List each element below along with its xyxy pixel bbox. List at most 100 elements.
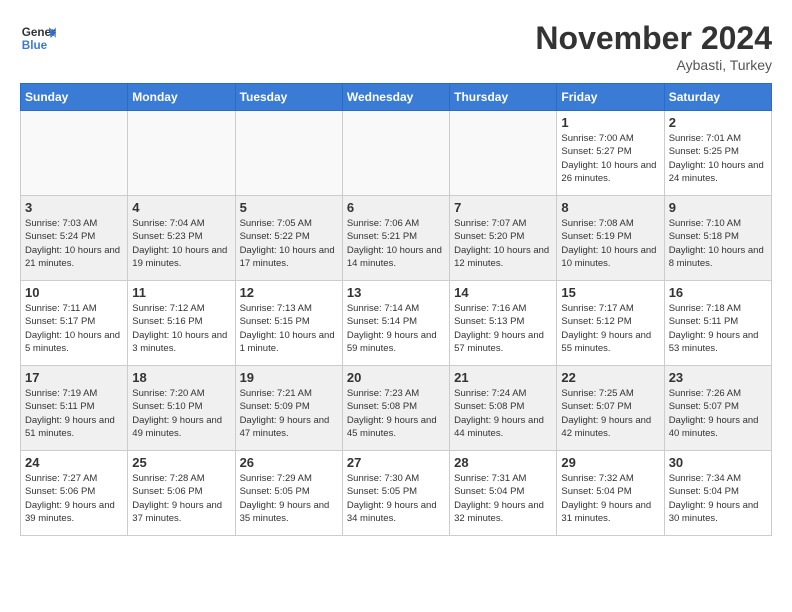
- calendar-cell: 2Sunrise: 7:01 AMSunset: 5:25 PMDaylight…: [664, 111, 771, 196]
- day-info: Sunrise: 7:25 AMSunset: 5:07 PMDaylight:…: [561, 387, 659, 440]
- calendar-cell: 16 Sunrise: 7:18 AMSunset: 5:11 PMDayligh…: [664, 281, 771, 366]
- calendar-cell: [235, 111, 342, 196]
- day-info: Sunrise: 7:10 AMSunset: 5:18 PMDaylight:…: [669, 217, 767, 270]
- day-number: 18: [132, 370, 230, 385]
- day-number: 5: [240, 200, 338, 215]
- day-info: Sunrise: 7:06 AMSunset: 5:21 PMDaylight:…: [347, 217, 445, 270]
- calendar-cell: [450, 111, 557, 196]
- calendar-cell: 8 Sunrise: 7:08 AMSunset: 5:19 PMDaylight…: [557, 196, 664, 281]
- day-info: Sunrise: 7:11 AMSunset: 5:17 PMDaylight:…: [25, 302, 123, 355]
- calendar-cell: 21 Sunrise: 7:24 AMSunset: 5:08 PMDayligh…: [450, 366, 557, 451]
- day-info: Sunrise: 7:13 AMSunset: 5:15 PMDaylight:…: [240, 302, 338, 355]
- day-info: Sunrise: 7:24 AMSunset: 5:08 PMDaylight:…: [454, 387, 552, 440]
- svg-text:Blue: Blue: [22, 39, 48, 52]
- calendar-cell: 18 Sunrise: 7:20 AMSunset: 5:10 PMDayligh…: [128, 366, 235, 451]
- day-info: Sunrise: 7:29 AMSunset: 5:05 PMDaylight:…: [240, 472, 338, 525]
- day-info: Sunrise: 7:17 AMSunset: 5:12 PMDaylight:…: [561, 302, 659, 355]
- day-info: Sunrise: 7:00 AMSunset: 5:27 PMDaylight:…: [561, 132, 659, 185]
- weekday-header: Friday: [557, 84, 664, 111]
- day-number: 14: [454, 285, 552, 300]
- day-number: 9: [669, 200, 767, 215]
- day-number: 7: [454, 200, 552, 215]
- day-number: 25: [132, 455, 230, 470]
- calendar-cell: 14 Sunrise: 7:16 AMSunset: 5:13 PMDayligh…: [450, 281, 557, 366]
- calendar-cell: [128, 111, 235, 196]
- day-number: 30: [669, 455, 767, 470]
- page-header: General Blue November 2024 Aybasti, Turk…: [20, 20, 772, 73]
- logo: General Blue: [20, 20, 56, 56]
- calendar-cell: 1 Sunrise: 7:00 AMSunset: 5:27 PMDaylight…: [557, 111, 664, 196]
- day-info: Sunrise: 7:03 AMSunset: 5:24 PMDaylight:…: [25, 217, 123, 270]
- day-number: 8: [561, 200, 659, 215]
- day-number: 22: [561, 370, 659, 385]
- day-number: 16: [669, 285, 767, 300]
- calendar-cell: 27 Sunrise: 7:30 AMSunset: 5:05 PMDayligh…: [342, 451, 449, 536]
- day-info: Sunrise: 7:23 AMSunset: 5:08 PMDaylight:…: [347, 387, 445, 440]
- calendar-cell: [21, 111, 128, 196]
- day-number: 2: [669, 115, 767, 130]
- day-info: Sunrise: 7:14 AMSunset: 5:14 PMDaylight:…: [347, 302, 445, 355]
- logo-icon: General Blue: [20, 20, 56, 56]
- calendar-cell: 23Sunrise: 7:26 AMSunset: 5:07 PMDayligh…: [664, 366, 771, 451]
- day-number: 3: [25, 200, 123, 215]
- day-number: 17: [25, 370, 123, 385]
- day-info: Sunrise: 7:05 AMSunset: 5:22 PMDaylight:…: [240, 217, 338, 270]
- weekday-header: Saturday: [664, 84, 771, 111]
- day-number: 20: [347, 370, 445, 385]
- weekday-header: Tuesday: [235, 84, 342, 111]
- day-number: 21: [454, 370, 552, 385]
- weekday-header: Sunday: [21, 84, 128, 111]
- day-info: Sunrise: 7:34 AMSunset: 5:04 PMDaylight:…: [669, 472, 767, 525]
- day-number: 19: [240, 370, 338, 385]
- day-number: 15: [561, 285, 659, 300]
- day-number: 1: [561, 115, 659, 130]
- calendar-cell: 30 Sunrise: 7:34 AMSunset: 5:04 PMDayligh…: [664, 451, 771, 536]
- calendar-cell: 20 Sunrise: 7:23 AMSunset: 5:08 PMDayligh…: [342, 366, 449, 451]
- day-number: 23: [669, 370, 767, 385]
- day-number: 10: [25, 285, 123, 300]
- calendar-cell: 15 Sunrise: 7:17 AMSunset: 5:12 PMDayligh…: [557, 281, 664, 366]
- day-info: Sunrise: 7:19 AMSunset: 5:11 PMDaylight:…: [25, 387, 123, 440]
- calendar-week-row: 3 Sunrise: 7:03 AMSunset: 5:24 PMDaylight…: [21, 196, 772, 281]
- day-info: Sunrise: 7:31 AMSunset: 5:04 PMDaylight:…: [454, 472, 552, 525]
- calendar-cell: 5 Sunrise: 7:05 AMSunset: 5:22 PMDaylight…: [235, 196, 342, 281]
- calendar-cell: 24Sunrise: 7:27 AMSunset: 5:06 PMDayligh…: [21, 451, 128, 536]
- day-number: 28: [454, 455, 552, 470]
- weekday-header-row: SundayMondayTuesdayWednesdayThursdayFrid…: [21, 84, 772, 111]
- day-info: Sunrise: 7:27 AMSunset: 5:06 PMDaylight:…: [25, 472, 123, 525]
- location: Aybasti, Turkey: [535, 57, 772, 73]
- day-info: Sunrise: 7:20 AMSunset: 5:10 PMDaylight:…: [132, 387, 230, 440]
- calendar-cell: 28 Sunrise: 7:31 AMSunset: 5:04 PMDayligh…: [450, 451, 557, 536]
- calendar-cell: [342, 111, 449, 196]
- calendar-cell: 7 Sunrise: 7:07 AMSunset: 5:20 PMDaylight…: [450, 196, 557, 281]
- day-info: Sunrise: 7:12 AMSunset: 5:16 PMDaylight:…: [132, 302, 230, 355]
- calendar-cell: 6Sunrise: 7:06 AMSunset: 5:21 PMDaylight…: [342, 196, 449, 281]
- day-info: Sunrise: 7:28 AMSunset: 5:06 PMDaylight:…: [132, 472, 230, 525]
- weekday-header: Wednesday: [342, 84, 449, 111]
- month-title: November 2024: [535, 20, 772, 57]
- day-info: Sunrise: 7:07 AMSunset: 5:20 PMDaylight:…: [454, 217, 552, 270]
- day-number: 26: [240, 455, 338, 470]
- day-info: Sunrise: 7:21 AMSunset: 5:09 PMDaylight:…: [240, 387, 338, 440]
- calendar-week-row: 1 Sunrise: 7:00 AMSunset: 5:27 PMDaylight…: [21, 111, 772, 196]
- calendar-cell: 10 Sunrise: 7:11 AMSunset: 5:17 PMDayligh…: [21, 281, 128, 366]
- weekday-header: Monday: [128, 84, 235, 111]
- day-info: Sunrise: 7:30 AMSunset: 5:05 PMDaylight:…: [347, 472, 445, 525]
- calendar-cell: 26 Sunrise: 7:29 AMSunset: 5:05 PMDayligh…: [235, 451, 342, 536]
- day-number: 12: [240, 285, 338, 300]
- day-info: Sunrise: 7:16 AMSunset: 5:13 PMDaylight:…: [454, 302, 552, 355]
- calendar-cell: 12 Sunrise: 7:13 AMSunset: 5:15 PMDayligh…: [235, 281, 342, 366]
- calendar-cell: 25 Sunrise: 7:28 AMSunset: 5:06 PMDayligh…: [128, 451, 235, 536]
- calendar-cell: 17 Sunrise: 7:19 AMSunset: 5:11 PMDayligh…: [21, 366, 128, 451]
- day-number: 13: [347, 285, 445, 300]
- calendar-week-row: 10 Sunrise: 7:11 AMSunset: 5:17 PMDayligh…: [21, 281, 772, 366]
- calendar-week-row: 17 Sunrise: 7:19 AMSunset: 5:11 PMDayligh…: [21, 366, 772, 451]
- calendar-cell: 11Sunrise: 7:12 AMSunset: 5:16 PMDayligh…: [128, 281, 235, 366]
- day-info: Sunrise: 7:08 AMSunset: 5:19 PMDaylight:…: [561, 217, 659, 270]
- day-number: 27: [347, 455, 445, 470]
- title-block: November 2024 Aybasti, Turkey: [535, 20, 772, 73]
- calendar-cell: 19 Sunrise: 7:21 AMSunset: 5:09 PMDayligh…: [235, 366, 342, 451]
- calendar-cell: 22 Sunrise: 7:25 AMSunset: 5:07 PMDayligh…: [557, 366, 664, 451]
- day-info: Sunrise: 7:18 AMSunset: 5:11 PMDaylight:…: [669, 302, 767, 355]
- calendar-cell: 13 Sunrise: 7:14 AMSunset: 5:14 PMDayligh…: [342, 281, 449, 366]
